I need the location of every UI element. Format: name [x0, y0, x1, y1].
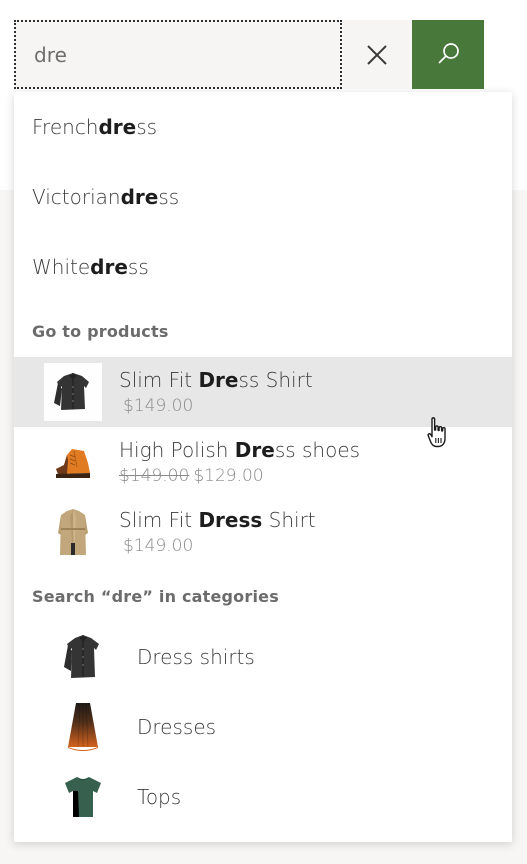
- search-suggestions-panel: French dre ss Victorian dre ss White dre ss…: [14, 92, 512, 842]
- product-thumbnail: [44, 363, 102, 421]
- product-row[interactable]: High Polish Dress shoes $149.00 $129.00: [14, 427, 512, 497]
- product-name-match: Dre: [198, 367, 239, 392]
- suggestion-match: dre: [98, 115, 137, 139]
- suggestion-item[interactable]: Victorian dre ss: [14, 162, 512, 232]
- product-name-prefix: High Polish: [119, 437, 235, 462]
- category-thumbnail: [59, 769, 107, 825]
- product-price-current: $149.00: [123, 535, 194, 556]
- product-row[interactable]: Slim Fit Dress Shirt $149.00: [14, 497, 512, 567]
- suggestion-suffix: ss: [136, 115, 158, 139]
- suggestion-suffix: ss: [127, 255, 149, 279]
- product-price-current: $129.00: [193, 465, 264, 486]
- product-thumbnail: [44, 503, 102, 561]
- suggestion-prefix: White: [32, 255, 91, 279]
- category-label: Dresses: [137, 715, 217, 739]
- suggestion-item[interactable]: White dre ss: [14, 232, 512, 302]
- product-info: High Polish Dress shoes $149.00 $129.00: [119, 437, 361, 486]
- suggestion-prefix: Victorian: [32, 185, 121, 209]
- category-thumbnail: [59, 629, 107, 685]
- search-input-container[interactable]: [14, 20, 342, 89]
- product-name-match: Dre: [234, 437, 275, 462]
- product-name-match: Dress: [198, 507, 263, 532]
- green-tshirt-icon: [65, 777, 101, 817]
- dark-dress-shirt-icon: [44, 363, 102, 421]
- category-label: Tops: [137, 785, 182, 809]
- tan-trench-coat-icon: [44, 503, 102, 561]
- suggestion-suffix: ss: [158, 185, 180, 209]
- submit-search-button[interactable]: [412, 20, 484, 89]
- product-name-suffix: ss shoes: [274, 437, 361, 462]
- product-name: High Polish Dress shoes: [119, 437, 361, 462]
- suggestion-match: dre: [120, 185, 159, 209]
- clear-search-button[interactable]: [342, 20, 412, 89]
- categories-section-heading: Search “dre” in categories: [32, 587, 279, 606]
- product-price: $149.00: [119, 536, 316, 556]
- close-icon: [364, 42, 390, 68]
- dark-dress-shirt-icon: [64, 635, 99, 678]
- product-name-suffix: ss Shirt: [238, 367, 313, 392]
- search-input[interactable]: [34, 42, 340, 67]
- category-list: Dress shirts Dresses Tops: [14, 622, 512, 832]
- products-section-heading: Go to products: [32, 322, 169, 341]
- orange-leather-boot-icon: [44, 433, 102, 491]
- product-price-current: $149.00: [123, 395, 194, 416]
- category-thumbnail: [59, 699, 107, 755]
- product-price: $149.00 $129.00: [119, 466, 360, 486]
- product-price: $149.00: [119, 396, 313, 416]
- suggestion-item[interactable]: French dre ss: [14, 92, 512, 162]
- suggestion-match: dre: [90, 255, 128, 279]
- ombre-pleated-skirt-icon: [68, 703, 98, 751]
- product-name: Slim Fit Dress Shirt: [119, 507, 316, 532]
- product-name-suffix: Shirt: [262, 507, 316, 532]
- category-label: Dress shirts: [137, 645, 255, 669]
- product-name: Slim Fit Dress Shirt: [119, 367, 313, 392]
- category-row-dresses[interactable]: Dresses: [14, 692, 512, 762]
- product-thumbnail: [44, 433, 102, 491]
- suggestion-list: French dre ss Victorian dre ss White dre ss: [14, 92, 512, 302]
- search-bar: [14, 20, 484, 89]
- suggestion-prefix: French: [32, 115, 99, 139]
- category-row-dress-shirts[interactable]: Dress shirts: [14, 622, 512, 692]
- product-list: Slim Fit Dress Shirt $149.00 High Polish…: [14, 357, 512, 567]
- product-price-original: $149.00: [119, 465, 190, 486]
- category-row-tops[interactable]: Tops: [14, 762, 512, 832]
- product-info: Slim Fit Dress Shirt $149.00: [119, 367, 313, 416]
- product-info: Slim Fit Dress Shirt $149.00: [119, 507, 316, 556]
- product-name-prefix: Slim Fit: [119, 507, 199, 532]
- product-name-prefix: Slim Fit: [119, 367, 199, 392]
- product-row[interactable]: Slim Fit Dress Shirt $149.00: [14, 357, 512, 427]
- search-icon: [433, 40, 463, 70]
